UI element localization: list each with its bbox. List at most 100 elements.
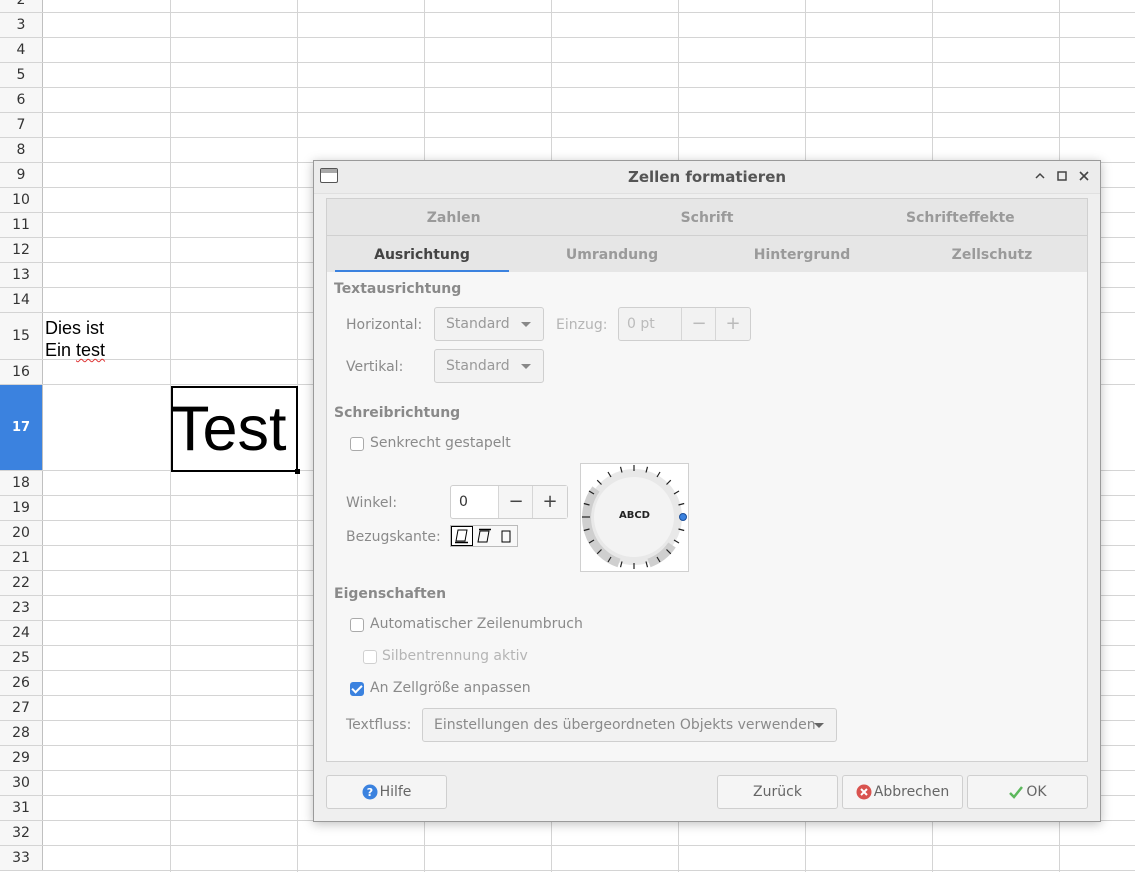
winkel-label: Winkel: [346, 495, 398, 511]
row-header[interactable]: 13 [0, 263, 43, 287]
row-header[interactable]: 20 [0, 521, 43, 545]
plus-icon[interactable]: + [715, 308, 750, 340]
textfluss-dropdown[interactable]: Einstellungen des übergeordneten Objekts… [422, 708, 837, 742]
row-header[interactable]: 4 [0, 38, 43, 62]
back-button[interactable]: Zurück [717, 775, 838, 809]
cell-a15-line2-prefix: Ein [45, 340, 77, 360]
horizontal-label: Horizontal: [346, 317, 423, 333]
section-schreibrichtung: Schreibrichtung [334, 405, 461, 421]
silbentrennung-checkbox[interactable] [363, 650, 377, 664]
minus-icon[interactable]: − [681, 308, 716, 340]
row-header[interactable]: 24 [0, 621, 43, 645]
row-header[interactable]: 23 [0, 596, 43, 620]
tab-umrandung[interactable]: Umrandung [517, 236, 707, 272]
tab-zellschutz[interactable]: Zellschutz [897, 236, 1087, 272]
row-header[interactable]: 7 [0, 113, 43, 137]
row-header[interactable]: 29 [0, 746, 43, 770]
maximize-icon[interactable] [1055, 169, 1069, 183]
ok-button[interactable]: OK [967, 775, 1088, 809]
silbentrennung-label: Silbentrennung aktiv [382, 648, 528, 664]
edge-top-icon[interactable] [473, 526, 495, 546]
row-header[interactable]: 16 [0, 360, 43, 384]
help-button-label: Hilfe [379, 784, 412, 800]
dialog-titlebar[interactable]: Zellen formatieren [314, 161, 1100, 194]
minus-icon[interactable]: − [498, 486, 533, 518]
cell-a15-line1: Dies ist [45, 318, 105, 338]
rotation-dial[interactable]: ABCD [580, 463, 689, 572]
section-eigenschaften: Eigenschaften [334, 586, 447, 602]
svg-text:?: ? [366, 786, 372, 799]
autofill-handle[interactable] [295, 469, 300, 474]
cell-cursor [171, 386, 300, 474]
row-header[interactable]: 15 [0, 313, 43, 359]
help-button[interactable]: ? Hilfe [326, 775, 447, 809]
row-header[interactable]: 5 [0, 63, 43, 87]
checkmark-icon [1009, 786, 1024, 799]
row-header[interactable]: 26 [0, 671, 43, 695]
cancel-button[interactable]: Abbrechen [842, 775, 963, 809]
close-icon[interactable] [1077, 169, 1091, 183]
bezugskante-label: Bezugskante: [346, 529, 441, 545]
row-header[interactable]: 2 [0, 0, 43, 12]
chevron-down-icon [521, 322, 531, 327]
tab-schrift[interactable]: Schrift [580, 199, 833, 236]
dial-preview-text: ABCD [618, 510, 650, 521]
row-header[interactable]: 21 [0, 546, 43, 570]
vertikal-label: Vertikal: [346, 359, 404, 375]
vertikal-dropdown[interactable]: Standard [434, 349, 544, 383]
horizontal-dropdown[interactable]: Standard [434, 307, 544, 341]
zellgroesse-label: An Zellgröße anpassen [370, 680, 531, 696]
row-header[interactable]: 10 [0, 188, 43, 212]
row-header[interactable]: 28 [0, 721, 43, 745]
cell-a15-misspelled-word: test [76, 340, 106, 360]
row-header[interactable]: 12 [0, 238, 43, 262]
tab-row-upper: Zahlen Schrift Schrifteffekte [326, 198, 1088, 236]
horizontal-dropdown-value: Standard [446, 316, 510, 332]
edge-bottom-icon[interactable] [451, 526, 473, 546]
row-header[interactable]: 32 [0, 821, 43, 845]
edge-inside-icon[interactable] [495, 526, 517, 546]
row-header[interactable]: 8 [0, 138, 43, 162]
cell-a15[interactable]: Dies ist Ein test [45, 317, 105, 361]
row-header[interactable]: 14 [0, 288, 43, 312]
vertikal-dropdown-value: Standard [446, 358, 510, 374]
row-header[interactable]: 17 [0, 385, 43, 470]
textfluss-label: Textfluss: [346, 717, 412, 733]
reference-edge-group [450, 525, 518, 547]
cell-a15-line2: Ein test [45, 339, 105, 361]
tab-schrifteffekte[interactable]: Schrifteffekte [834, 199, 1087, 236]
textfluss-dropdown-value: Einstellungen des übergeordneten Objekts… [434, 717, 816, 733]
row-header[interactable]: 18 [0, 471, 43, 495]
plus-icon[interactable]: + [532, 486, 567, 518]
tab-row-lower: Ausrichtung Umrandung Hintergrund Zellsc… [326, 235, 1088, 273]
row-header[interactable]: 19 [0, 496, 43, 520]
dialog-title: Zellen formatieren [627, 168, 787, 186]
row-header[interactable]: 3 [0, 13, 43, 37]
row-header[interactable]: 25 [0, 646, 43, 670]
help-icon: ? [362, 784, 378, 800]
winkel-stepper[interactable]: 0 − + [450, 485, 568, 519]
ok-button-label: OK [1026, 784, 1047, 800]
cancel-button-label: Abbrechen [873, 784, 950, 800]
minimize-icon[interactable] [1033, 169, 1047, 183]
row-header[interactable]: 9 [0, 163, 43, 187]
einzug-stepper[interactable]: 0 pt − + [618, 307, 751, 341]
row-header[interactable]: 27 [0, 696, 43, 720]
zeilenumbruch-checkbox[interactable] [350, 618, 364, 632]
row-header[interactable]: 33 [0, 846, 43, 870]
section-textausrichtung: Textausrichtung [334, 281, 462, 297]
row-header[interactable]: 22 [0, 571, 43, 595]
row-header[interactable]: 6 [0, 88, 43, 112]
einzug-value: 0 pt [627, 316, 655, 332]
senkrecht-checkbox[interactable] [350, 437, 364, 451]
row-header[interactable]: 11 [0, 213, 43, 237]
zellgroesse-checkbox[interactable] [350, 682, 364, 696]
winkel-value[interactable]: 0 [459, 486, 468, 518]
chevron-down-icon [521, 364, 531, 369]
row-header[interactable]: 30 [0, 771, 43, 795]
tab-zahlen[interactable]: Zahlen [327, 199, 580, 236]
row-header[interactable]: 31 [0, 796, 43, 820]
chevron-down-icon [814, 723, 824, 728]
tab-ausrichtung[interactable]: Ausrichtung [327, 236, 517, 273]
tab-hintergrund[interactable]: Hintergrund [707, 236, 897, 272]
